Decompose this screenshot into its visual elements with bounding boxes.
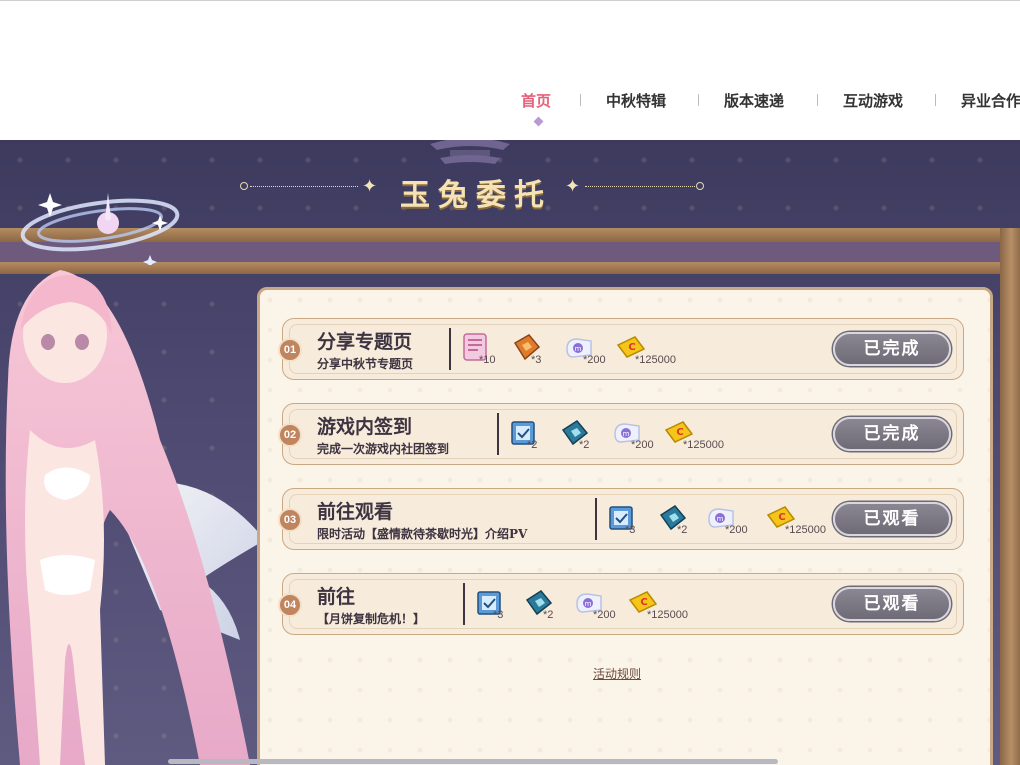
reward-quantity: *3	[493, 609, 504, 621]
reward-item: *10	[455, 327, 496, 371]
top-nav: 首页 中秋特辑 版本速递 互动游戏 异业合作	[0, 90, 1020, 120]
reward-quantity: *200	[631, 439, 654, 451]
wood-pillar	[1000, 228, 1020, 765]
reward-quantity: *125000	[785, 524, 826, 536]
halo-icon	[20, 193, 180, 265]
task-row: 01 分享专题页 分享中秋节专题页 *10 *3 m *200 C *12500…	[278, 318, 964, 380]
nav-separator	[935, 94, 936, 106]
reward-item: *2	[503, 412, 543, 456]
reward-item: C *125000	[623, 582, 688, 626]
nav-separator	[698, 94, 699, 106]
reward-item: C *125000	[761, 497, 826, 541]
reward-item: *2	[653, 497, 693, 541]
task-number-badge: 03	[278, 508, 302, 532]
reward-quantity: *2	[527, 439, 538, 451]
task-status-button[interactable]: 已观看	[833, 502, 951, 536]
reward-quantity: *3	[625, 524, 636, 536]
task-row: 02 游戏内签到 完成一次游戏内社团签到 *2 *2 m *200 C *125…	[278, 403, 964, 465]
task-number-badge: 01	[278, 338, 302, 362]
reward-quantity: *2	[579, 439, 590, 451]
task-divider	[595, 498, 597, 540]
task-row: 03 前往观看 限时活动【盛情款待茶歇时光】介绍PV *3 *2 m *200	[278, 488, 964, 550]
task-description: 【月饼复制危机！】	[317, 612, 426, 626]
task-title: 分享专题页	[317, 331, 413, 353]
task-status-button[interactable]: 已观看	[833, 587, 951, 621]
nav-item-interactive-games[interactable]: 互动游戏	[843, 90, 903, 111]
task-number-badge: 02	[278, 423, 302, 447]
svg-text:m: m	[717, 515, 724, 523]
banner-title: 玉兔委托	[400, 178, 552, 213]
sparkle-icon: ✦	[362, 176, 378, 196]
reward-item: m *200	[701, 497, 748, 541]
task-divider	[449, 328, 451, 370]
sparkle-icon: ✦	[565, 176, 581, 196]
title-dotted-line	[585, 186, 695, 187]
svg-text:C: C	[628, 342, 635, 353]
task-description: 限时活动【盛情款待茶歇时光】介绍PV	[317, 527, 528, 541]
reward-item: m *200	[607, 412, 654, 456]
reward-item: *2	[555, 412, 595, 456]
reward-item: *3	[601, 497, 641, 541]
task-title: 前往	[317, 586, 356, 608]
nav-separator	[580, 94, 581, 106]
svg-text:m: m	[623, 430, 630, 438]
activity-rules-link[interactable]: 活动规则	[593, 665, 641, 682]
task-title: 游戏内签到	[317, 416, 413, 438]
task-status-button[interactable]: 已完成	[833, 332, 951, 366]
task-status-button[interactable]: 已完成	[833, 417, 951, 451]
reward-item: C *125000	[611, 327, 676, 371]
nav-item-version-news[interactable]: 版本速递	[724, 90, 784, 111]
task-divider	[497, 413, 499, 455]
reward-item: *3	[469, 582, 509, 626]
reward-quantity: *10	[479, 354, 496, 366]
reward-item: m *200	[569, 582, 616, 626]
task-description: 完成一次游戏内社团签到	[317, 442, 450, 456]
nav-item-home[interactable]: 首页	[521, 90, 551, 111]
task-divider	[463, 583, 465, 625]
svg-text:m: m	[585, 600, 592, 608]
title-dotted-line	[250, 186, 358, 187]
ornament-circle-icon	[696, 182, 704, 190]
character-illustration	[5, 270, 265, 765]
svg-text:C: C	[778, 512, 785, 523]
reward-item: C *125000	[659, 412, 724, 456]
top-border	[0, 0, 1020, 1]
nav-item-mid-autumn[interactable]: 中秋特辑	[606, 90, 666, 111]
task-title: 前往观看	[317, 501, 394, 523]
event-banner: ✦ 玉兔委托 ✦ 01 分享专题页 分享中秋节专题页 *10 *3 m *200…	[0, 140, 1020, 765]
reward-item: *3	[507, 327, 547, 371]
task-row: 04 前往 【月饼复制危机！】 *3 *2 m *200 C *125000 已…	[278, 573, 964, 635]
reward-quantity: *2	[677, 524, 688, 536]
banner-title-row: ✦ 玉兔委托 ✦	[240, 170, 705, 213]
nav-item-collaboration[interactable]: 异业合作	[961, 90, 1020, 111]
reward-quantity: *200	[583, 354, 606, 366]
task-panel: 01 分享专题页 分享中秋节专题页 *10 *3 m *200 C *12500…	[257, 287, 993, 765]
reward-quantity: *2	[543, 609, 554, 621]
svg-text:C: C	[640, 597, 647, 608]
horizontal-scrollbar[interactable]	[168, 759, 778, 764]
reward-quantity: *3	[531, 354, 542, 366]
temple-roof-icon	[430, 140, 510, 164]
nav-separator	[817, 94, 818, 106]
ornament-circle-icon	[240, 182, 248, 190]
reward-item: *2	[519, 582, 559, 626]
reward-quantity: *200	[725, 524, 748, 536]
reward-quantity: *125000	[635, 354, 676, 366]
reward-quantity: *200	[593, 609, 616, 621]
reward-quantity: *125000	[647, 609, 688, 621]
reward-item: m *200	[559, 327, 606, 371]
svg-text:C: C	[676, 427, 683, 438]
svg-text:m: m	[575, 345, 582, 353]
reward-quantity: *125000	[683, 439, 724, 451]
task-description: 分享中秋节专题页	[317, 357, 414, 371]
task-number-badge: 04	[278, 593, 302, 617]
